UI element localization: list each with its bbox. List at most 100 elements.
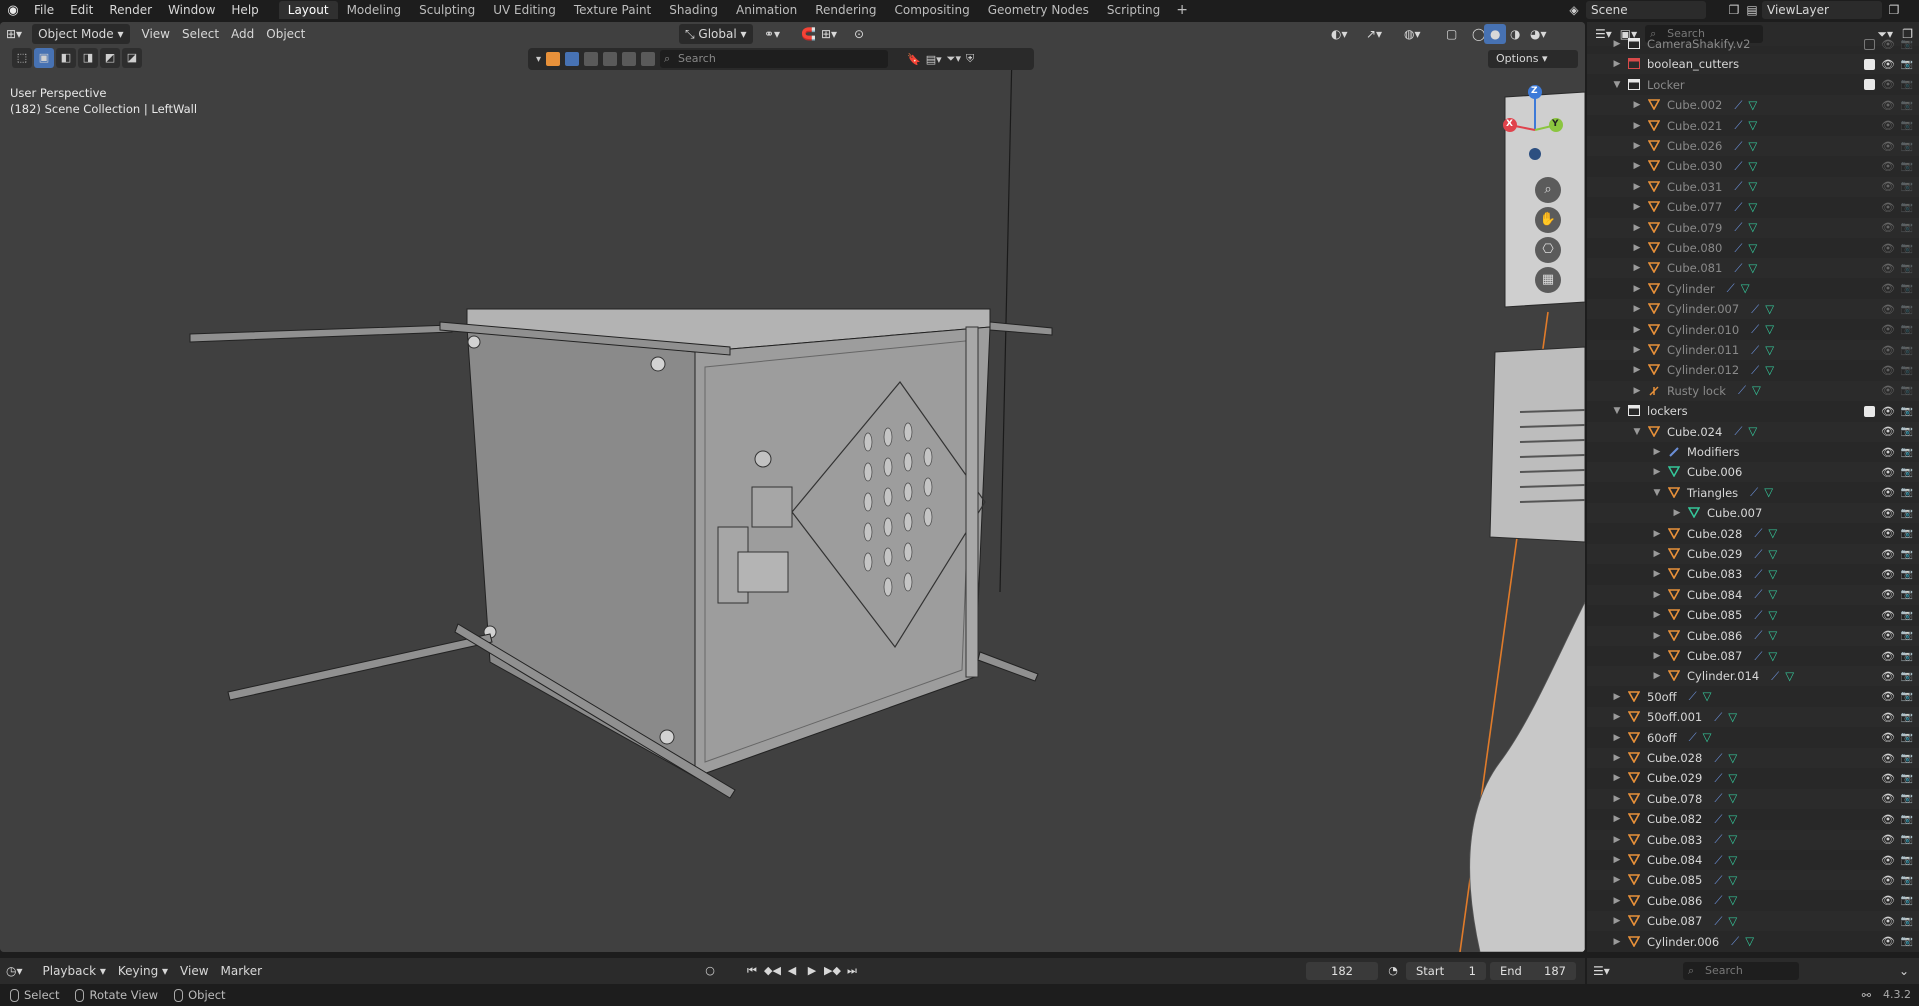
eye-icon[interactable]: 👁 xyxy=(1881,99,1895,112)
eye-icon[interactable]: 👁 xyxy=(1881,384,1895,397)
viewport-search-input[interactable]: ⌕ Search xyxy=(660,50,889,68)
outliner-object-row[interactable]: ▶ Cylinder.006 ⟋ ▽ 👁 📷 xyxy=(1587,932,1919,952)
eye-icon[interactable]: 👁 xyxy=(1881,364,1895,377)
start-frame-field[interactable]: Start 1 xyxy=(1406,962,1486,980)
modifier-icon[interactable]: ⟋ xyxy=(1751,302,1759,317)
modifier-icon[interactable]: ⟋ xyxy=(1689,730,1697,745)
modifier-icon[interactable]: ⟋ xyxy=(1734,241,1742,256)
eye-icon[interactable]: 👁 xyxy=(1881,690,1895,703)
eye-icon[interactable]: 👁 xyxy=(1881,405,1895,418)
timeline-menu-keying[interactable]: Keying ▾ xyxy=(112,961,174,981)
mesh-data-icon[interactable]: ▽ xyxy=(1703,689,1712,704)
expand-right-icon[interactable]: ▶ xyxy=(1631,304,1643,314)
expand-right-icon[interactable]: ▶ xyxy=(1631,202,1643,212)
render-camera-icon[interactable]: 📷 xyxy=(1901,100,1913,111)
viewport-menu-select[interactable]: Select xyxy=(176,24,225,44)
eye-icon[interactable]: 👁 xyxy=(1881,670,1895,683)
scene-selector[interactable]: Scene xyxy=(1586,1,1706,19)
render-camera-icon[interactable]: 📷 xyxy=(1901,936,1913,947)
eye-icon[interactable]: 👁 xyxy=(1881,854,1895,867)
eye-icon[interactable]: 👁 xyxy=(1881,527,1895,540)
mesh-data-icon[interactable]: ▽ xyxy=(1768,567,1777,582)
expand-down-icon[interactable]: ▼ xyxy=(1611,406,1623,416)
tab-layout[interactable]: Layout xyxy=(278,1,338,19)
eye-icon[interactable]: 👁 xyxy=(1881,486,1895,499)
mesh-data-icon[interactable]: ▽ xyxy=(1728,873,1737,888)
new-scene-icon[interactable]: ❐ xyxy=(1726,2,1742,18)
mesh-data-icon[interactable]: ▽ xyxy=(1748,118,1757,133)
exclude-checkbox[interactable] xyxy=(1864,405,1875,417)
expand-right-icon[interactable]: ▶ xyxy=(1611,937,1623,947)
mesh-data-icon[interactable]: ▽ xyxy=(1728,791,1737,806)
outliner-object-row[interactable]: ▶ Cube.028 ⟋ ▽ 👁 📷 xyxy=(1587,748,1919,768)
outliner-object-row[interactable]: ▶ Cube.081 ⟋ ▽ 👁 📷 xyxy=(1587,258,1919,279)
rendered-shading-icon[interactable]: ◕▾ xyxy=(1524,24,1553,44)
mesh-data-icon[interactable]: ▽ xyxy=(1748,424,1757,439)
expand-right-icon[interactable]: ▶ xyxy=(1631,263,1643,273)
render-camera-icon[interactable]: 📷 xyxy=(1901,79,1913,90)
expand-right-icon[interactable]: ▶ xyxy=(1611,896,1623,906)
mesh-data-icon[interactable]: ▽ xyxy=(1765,302,1774,317)
outliner-object-row[interactable]: ▶ Cube.083 ⟋ ▽ 👁 📷 xyxy=(1587,564,1919,584)
mesh-data-icon[interactable]: ▽ xyxy=(1765,322,1774,337)
menu-file[interactable]: File xyxy=(26,0,62,20)
eye-icon[interactable]: 👁 xyxy=(1881,78,1895,91)
expand-right-icon[interactable]: ▶ xyxy=(1631,284,1643,294)
jump-end-icon[interactable]: ⏭ xyxy=(844,962,860,980)
outliner-object-row[interactable]: ▶ Cube.021 ⟋ ▽ 👁 📷 xyxy=(1587,116,1919,136)
other-filter-icon[interactable] xyxy=(641,52,656,66)
eye-icon[interactable]: 👁 xyxy=(1881,180,1895,193)
outliner-object-row[interactable]: ▶ Cube.030 ⟋ ▽ 👁 📷 xyxy=(1587,156,1919,176)
outliner-object-row[interactable]: ▶ Rusty lock ⟋ ▽ 👁 📷 xyxy=(1587,380,1919,401)
render-camera-icon[interactable]: 📷 xyxy=(1901,426,1913,437)
render-camera-icon[interactable]: 📷 xyxy=(1901,467,1913,478)
scene-icon[interactable]: ◈ xyxy=(1566,2,1582,18)
outliner-object-row[interactable]: ▶ Cylinder ⟋ ▽ 👁 📷 xyxy=(1587,279,1919,299)
modifier-icon[interactable]: ⟋ xyxy=(1714,853,1722,868)
outliner-object-row[interactable]: ▶ Cylinder.011 ⟋ ▽ 👁 📷 xyxy=(1587,340,1919,360)
outliner-object-row[interactable]: ▶ Cube.077 ⟋ ▽ 👁 📷 xyxy=(1587,197,1919,217)
render-camera-icon[interactable]: 📷 xyxy=(1901,875,1913,886)
mesh-data-icon[interactable]: ▽ xyxy=(1728,914,1737,929)
mesh-data-icon[interactable]: ▽ xyxy=(1768,628,1777,643)
select-tool-icon[interactable]: ⬚ xyxy=(12,48,32,68)
empty-filter-icon[interactable] xyxy=(622,52,637,66)
mesh-data-icon[interactable]: ▽ xyxy=(1768,547,1777,562)
eye-icon[interactable]: 👁 xyxy=(1881,119,1895,132)
eye-icon[interactable]: 👁 xyxy=(1881,894,1895,907)
mesh-data-icon[interactable]: ▽ xyxy=(1728,710,1737,725)
mesh-data-icon[interactable]: ▽ xyxy=(1728,832,1737,847)
render-camera-icon[interactable]: 📷 xyxy=(1901,345,1913,356)
render-camera-icon[interactable]: 📷 xyxy=(1901,691,1913,702)
expand-right-icon[interactable]: ▶ xyxy=(1631,243,1643,253)
mesh-data-icon[interactable]: ▽ xyxy=(1764,485,1773,500)
eye-icon[interactable]: 👁 xyxy=(1881,568,1895,581)
expand-right-icon[interactable]: ▶ xyxy=(1631,345,1643,355)
light-filter-icon[interactable] xyxy=(603,52,618,66)
expand-right-icon[interactable]: ▶ xyxy=(1631,182,1643,192)
eye-icon[interactable]: 👁 xyxy=(1881,38,1895,51)
outliner-object-row[interactable]: ▶ Cylinder.007 ⟋ ▽ 👁 📷 xyxy=(1587,299,1919,320)
outliner-object-row[interactable]: ▶ Cube.002 ⟋ ▽ 👁 📷 xyxy=(1587,95,1919,116)
modifier-icon[interactable]: ⟋ xyxy=(1751,363,1759,378)
eye-icon[interactable]: 👁 xyxy=(1881,833,1895,846)
eye-icon[interactable]: 👁 xyxy=(1881,58,1895,71)
eye-icon[interactable]: 👁 xyxy=(1881,507,1895,520)
menu-render[interactable]: Render xyxy=(101,0,160,20)
render-camera-icon[interactable]: 📷 xyxy=(1901,222,1913,233)
menu-window[interactable]: Window xyxy=(160,0,223,20)
chevron-down-icon[interactable]: ▾ xyxy=(536,54,541,65)
viewport-menu-add[interactable]: Add xyxy=(225,24,260,44)
expand-down-icon[interactable]: ▼ xyxy=(1611,80,1623,90)
mesh-data-icon[interactable]: ▽ xyxy=(1768,587,1777,602)
blender-logo-icon[interactable]: ◉ xyxy=(0,0,26,20)
tab-geometry-nodes[interactable]: Geometry Nodes xyxy=(979,1,1098,19)
timer-icon[interactable]: ◔ xyxy=(1385,962,1401,980)
timeline-editor-icon[interactable]: ◷▾ xyxy=(0,961,29,981)
chevron-down-icon[interactable]: ⌄ xyxy=(1899,964,1909,978)
modifier-icon[interactable]: ⟋ xyxy=(1754,628,1762,643)
eye-icon[interactable]: 👁 xyxy=(1881,588,1895,601)
modifier-icon[interactable]: ⟋ xyxy=(1754,649,1762,664)
outliner-object-row[interactable]: ▶ Cube.080 ⟋ ▽ 👁 📷 xyxy=(1587,238,1919,258)
select-extend-icon[interactable]: ◧ xyxy=(56,48,76,68)
